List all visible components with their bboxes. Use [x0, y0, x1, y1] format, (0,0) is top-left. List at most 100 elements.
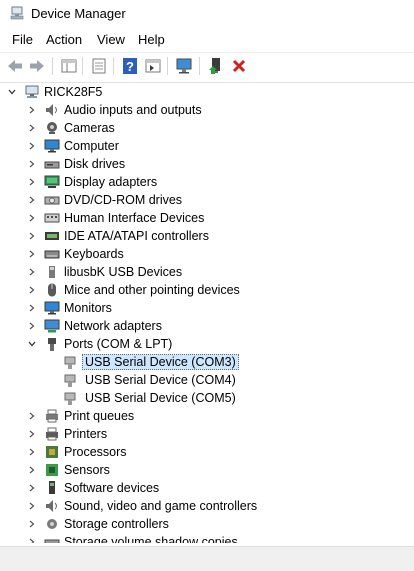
chevron-right-icon[interactable] [26, 101, 38, 119]
forward-arrow-icon[interactable] [27, 56, 47, 76]
back-arrow-icon[interactable] [5, 56, 25, 76]
tree-item-ports[interactable]: Ports (COM & LPT) [26, 335, 172, 353]
tree-root[interactable]: RICK28F5 [6, 83, 102, 101]
tree-item-display-adapters[interactable]: Display adapters [26, 173, 157, 191]
tree-item-keyboards[interactable]: Keyboards [26, 245, 124, 263]
title-bar: Device Manager [0, 0, 414, 28]
tree-item-label: USB Serial Device (COM3) [82, 354, 239, 370]
tree-item-computer[interactable]: Computer [26, 137, 119, 155]
tree-item-com4[interactable]: USB Serial Device (COM4) [62, 371, 239, 389]
chevron-right-icon[interactable] [26, 299, 38, 317]
device-manager-icon [10, 6, 24, 20]
tree-item-storage-controllers[interactable]: Storage controllers [26, 515, 169, 533]
tree-item-label: Ports (COM & LPT) [64, 337, 173, 351]
port-icon [48, 338, 56, 351]
chevron-right-icon[interactable] [26, 317, 38, 335]
chevron-right-icon[interactable] [26, 533, 38, 543]
toolbar-separator [167, 57, 168, 75]
tree-item-cameras[interactable]: Cameras [26, 119, 115, 137]
chevron-right-icon[interactable] [26, 173, 38, 191]
menu-help[interactable]: Help [138, 32, 165, 47]
chevron-right-icon[interactable] [26, 515, 38, 533]
tree-item-printers[interactable]: Printers [26, 425, 107, 443]
tree-item-software-devices[interactable]: Software devices [26, 479, 159, 497]
tree-item-label: Sound, video and game controllers [64, 499, 258, 513]
menu-action[interactable]: Action [46, 32, 82, 47]
tree-item-ide[interactable]: IDE ATA/ATAPI controllers [26, 227, 209, 245]
tree-item-sensors[interactable]: Sensors [26, 461, 110, 479]
scan-hardware-icon[interactable] [174, 56, 194, 76]
menu-view[interactable]: View [97, 32, 125, 47]
chevron-right-icon[interactable] [26, 227, 38, 245]
menu-file[interactable]: File [12, 32, 33, 47]
action-pane-icon[interactable] [143, 56, 163, 76]
optical-drive-icon [44, 196, 60, 205]
tree-root-label: RICK28F5 [44, 85, 103, 99]
tree-item-libusbk[interactable]: libusbK USB Devices [26, 263, 182, 281]
toolbar-separator [52, 57, 53, 75]
show-hide-console-tree-icon[interactable] [59, 56, 79, 76]
tree-item-label: Storage controllers [64, 517, 169, 531]
update-driver-icon[interactable] [206, 56, 226, 76]
processor-icon [46, 446, 58, 458]
tree-item-sound[interactable]: Sound, video and game controllers [26, 497, 257, 515]
sensor-icon [46, 464, 58, 476]
tree-item-label: Storage volume shadow copies [64, 535, 238, 543]
tree-item-hid[interactable]: Human Interface Devices [26, 209, 204, 227]
hid-icon [44, 213, 60, 223]
chevron-right-icon[interactable] [26, 497, 38, 515]
chevron-right-icon[interactable] [26, 155, 38, 173]
chevron-right-icon[interactable] [26, 137, 38, 155]
ide-controller-icon [45, 232, 59, 240]
tree-item-label: Network adapters [64, 319, 162, 333]
chevron-right-icon[interactable] [26, 191, 38, 209]
tree-item-disk-drives[interactable]: Disk drives [26, 155, 125, 173]
chevron-right-icon[interactable] [26, 479, 38, 497]
chevron-right-icon[interactable] [26, 407, 38, 425]
tree-item-label: DVD/CD-ROM drives [64, 193, 183, 207]
chevron-down-icon[interactable] [26, 335, 38, 353]
chevron-right-icon[interactable] [26, 281, 38, 299]
tree-item-label: Processors [64, 445, 127, 459]
help-icon[interactable]: ? [120, 56, 140, 76]
chevron-right-icon[interactable] [26, 461, 38, 479]
tree-item-audio[interactable]: Audio inputs and outputs [26, 101, 202, 119]
tree-item-label: IDE ATA/ATAPI controllers [64, 229, 209, 243]
tree-item-label: Monitors [64, 301, 112, 315]
tree-item-com5[interactable]: USB Serial Device (COM5) [62, 389, 239, 407]
chevron-down-icon[interactable] [6, 83, 18, 101]
tree-item-mice[interactable]: Mice and other pointing devices [26, 281, 240, 299]
tree-item-com3[interactable]: USB Serial Device (COM3) [62, 353, 239, 371]
chevron-right-icon[interactable] [26, 209, 38, 227]
network-adapter-icon [44, 319, 60, 333]
tree-item-label: libusbK USB Devices [64, 265, 183, 279]
tree-item-label: USB Serial Device (COM5) [85, 391, 236, 405]
chevron-right-icon[interactable] [26, 425, 38, 443]
usb-serial-port-icon [64, 374, 76, 387]
device-tree[interactable]: RICK28F5 Audio inputs and outputs Camera… [0, 82, 414, 543]
usb-serial-port-icon [64, 356, 76, 369]
toolbar-separator [199, 57, 200, 75]
volume-shadow-icon [44, 539, 60, 543]
tree-item-monitors[interactable]: Monitors [26, 299, 112, 317]
tree-item-dvd-drives[interactable]: DVD/CD-ROM drives [26, 191, 182, 209]
display-adapter-icon [44, 175, 60, 188]
uninstall-device-icon[interactable] [229, 56, 249, 76]
storage-controller-icon [47, 519, 57, 529]
toolbar-separator [113, 57, 114, 75]
chevron-right-icon[interactable] [26, 119, 38, 137]
tree-item-print-queues[interactable]: Print queues [26, 407, 134, 425]
chevron-right-icon[interactable] [26, 245, 38, 263]
tree-item-storage-volume-shadow[interactable]: Storage volume shadow copies [26, 533, 238, 543]
print-queue-icon [46, 409, 58, 423]
computer-icon [25, 85, 39, 98]
properties-icon[interactable] [89, 56, 109, 76]
tree-item-processors[interactable]: Processors [26, 443, 127, 461]
software-device-icon [49, 481, 55, 494]
usb-serial-port-icon [64, 392, 76, 405]
chevron-right-icon[interactable] [26, 263, 38, 281]
status-bar [0, 546, 414, 571]
tree-item-network[interactable]: Network adapters [26, 317, 162, 335]
webcam-icon [47, 122, 57, 134]
chevron-right-icon[interactable] [26, 443, 38, 461]
